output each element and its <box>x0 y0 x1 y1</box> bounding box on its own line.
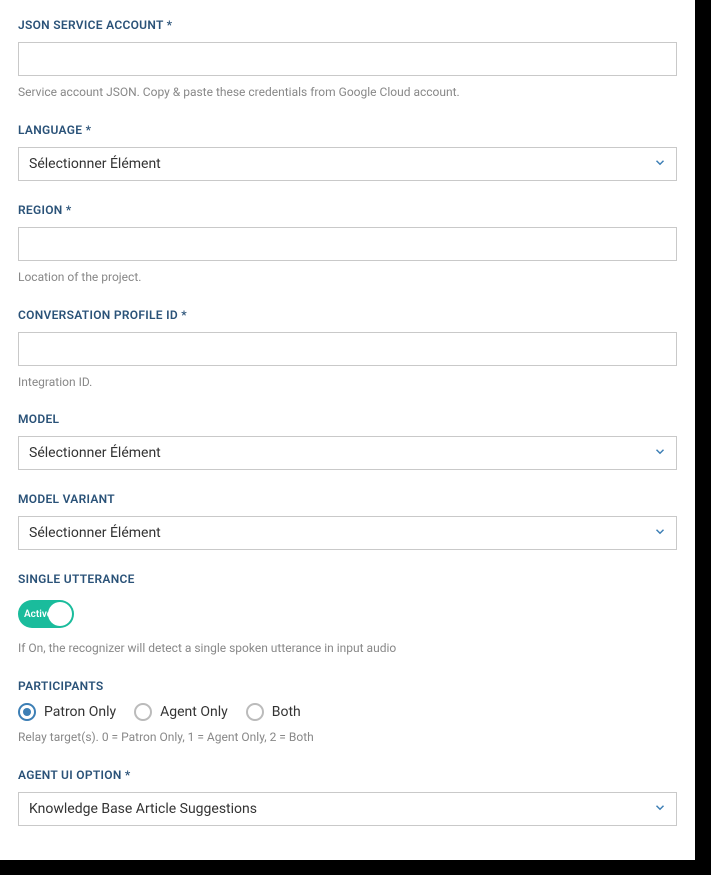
json-service-account-help: Service account JSON. Copy & paste these… <box>18 84 677 101</box>
language-label: LANGUAGE * <box>18 123 677 137</box>
participants-group: PARTICIPANTS Patron Only Agent Only Both… <box>18 679 677 746</box>
json-service-account-input[interactable] <box>18 42 677 76</box>
participants-radio-agent-only[interactable]: Agent Only <box>134 703 228 721</box>
participants-radio-both[interactable]: Both <box>246 703 301 721</box>
participants-help: Relay target(s). 0 = Patron Only, 1 = Ag… <box>18 729 677 746</box>
radio-icon <box>134 703 152 721</box>
region-label: REGION * <box>18 203 677 217</box>
model-selected-value: Sélectionner Élément <box>29 445 161 461</box>
single-utterance-label: SINGLE UTTERANCE <box>18 572 677 586</box>
conversation-profile-id-help: Integration ID. <box>18 374 677 391</box>
model-variant-group: MODEL VARIANT Sélectionner Élément <box>18 492 677 550</box>
agent-ui-option-selected-value: Knowledge Base Article Suggestions <box>29 801 257 817</box>
model-select[interactable]: Sélectionner Élément <box>18 436 677 470</box>
radio-label: Agent Only <box>160 704 228 720</box>
participants-label: PARTICIPANTS <box>18 679 677 693</box>
form-container: JSON SERVICE ACCOUNT * Service account J… <box>0 0 695 860</box>
region-help: Location of the project. <box>18 269 677 286</box>
agent-ui-option-label: AGENT UI OPTION * <box>18 768 677 782</box>
radio-label: Both <box>272 704 301 720</box>
conversation-profile-id-group: CONVERSATION PROFILE ID * Integration ID… <box>18 308 677 391</box>
single-utterance-help: If On, the recognizer will detect a sing… <box>18 640 677 657</box>
conversation-profile-id-label: CONVERSATION PROFILE ID * <box>18 308 677 322</box>
region-group: REGION * Location of the project. <box>18 203 677 286</box>
language-select[interactable]: Sélectionner Élément <box>18 147 677 181</box>
single-utterance-toggle[interactable]: Activé <box>18 600 74 628</box>
language-selected-value: Sélectionner Élément <box>29 156 161 172</box>
conversation-profile-id-input[interactable] <box>18 332 677 366</box>
radio-icon <box>18 703 36 721</box>
model-variant-label: MODEL VARIANT <box>18 492 677 506</box>
radio-label: Patron Only <box>44 704 116 720</box>
radio-icon <box>246 703 264 721</box>
json-service-account-label: JSON SERVICE ACCOUNT * <box>18 18 677 32</box>
single-utterance-group: SINGLE UTTERANCE Activé If On, the recog… <box>18 572 677 657</box>
participants-radio-patron-only[interactable]: Patron Only <box>18 703 116 721</box>
model-group: MODEL Sélectionner Élément <box>18 412 677 470</box>
agent-ui-option-select[interactable]: Knowledge Base Article Suggestions <box>18 792 677 826</box>
model-label: MODEL <box>18 412 677 426</box>
participants-radio-row: Patron Only Agent Only Both <box>18 703 677 721</box>
toggle-knob <box>48 602 72 626</box>
model-variant-select[interactable]: Sélectionner Élément <box>18 516 677 550</box>
agent-ui-option-group: AGENT UI OPTION * Knowledge Base Article… <box>18 768 677 826</box>
region-input[interactable] <box>18 227 677 261</box>
language-group: LANGUAGE * Sélectionner Élément <box>18 123 677 181</box>
model-variant-selected-value: Sélectionner Élément <box>29 525 161 541</box>
json-service-account-group: JSON SERVICE ACCOUNT * Service account J… <box>18 18 677 101</box>
